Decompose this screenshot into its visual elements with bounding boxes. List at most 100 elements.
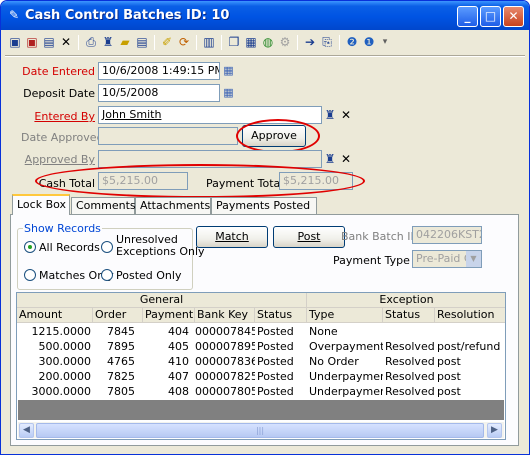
horizontal-scrollbar[interactable]: ◀ ||| ▶ bbox=[18, 421, 504, 438]
delete-icon[interactable]: ✕ bbox=[58, 34, 74, 50]
cell-exception-status[interactable]: Resolved bbox=[383, 369, 435, 384]
cell-bank-key[interactable]: 000007895 bbox=[193, 339, 255, 354]
radio-label-line2: Exceptions Only bbox=[116, 245, 205, 258]
cell-bank-key[interactable]: 000007836 bbox=[193, 354, 255, 369]
tab-payments-posted[interactable]: Payments Posted bbox=[211, 197, 317, 214]
info-icon[interactable]: ❶ bbox=[361, 34, 377, 50]
cell-resolution[interactable]: post bbox=[435, 369, 505, 384]
cell-amount[interactable]: 300.0000 bbox=[17, 354, 93, 369]
cell-exception-status[interactable]: Resolved bbox=[383, 384, 435, 399]
cell-exception-status[interactable] bbox=[383, 324, 435, 339]
cell-bank-key[interactable]: 000007825 bbox=[193, 369, 255, 384]
cell-bank-key[interactable]: 000007805 bbox=[193, 384, 255, 399]
attach-icon[interactable]: ⎘ bbox=[319, 34, 335, 50]
close-button[interactable]: ✕ bbox=[503, 6, 524, 27]
paste-icon[interactable]: ▦ bbox=[243, 34, 259, 50]
cell-exception-status[interactable]: Resolved bbox=[383, 339, 435, 354]
cell-payment[interactable]: 404 bbox=[143, 324, 191, 339]
entered-by-label[interactable]: Entered By bbox=[21, 110, 95, 123]
column-header-bank-key[interactable]: Bank Key bbox=[195, 308, 255, 323]
cell-payment[interactable]: 408 bbox=[143, 384, 191, 399]
cell-type[interactable]: Underpayment bbox=[307, 384, 383, 399]
cell-status[interactable]: Posted bbox=[255, 384, 307, 399]
open-folder-icon[interactable]: ▰ bbox=[117, 34, 133, 50]
column-header-amount[interactable]: Amount bbox=[17, 308, 93, 323]
tab-comments[interactable]: Comments bbox=[71, 197, 136, 214]
web-icon[interactable]: ◍ bbox=[260, 34, 276, 50]
cell-order[interactable]: 4765 bbox=[93, 354, 137, 369]
title-bar[interactable]: ✎ Cash Control Batches ID: 10 _ □ ✕ bbox=[1, 1, 529, 30]
cell-type[interactable]: Overpayment bbox=[307, 339, 383, 354]
cell-type[interactable]: None bbox=[307, 324, 383, 339]
binoculars-icon[interactable]: ♜ bbox=[323, 108, 337, 122]
cell-order[interactable]: 7895 bbox=[93, 339, 137, 354]
approved-by-label[interactable]: Approved By bbox=[21, 153, 95, 166]
cell-resolution[interactable]: post bbox=[435, 384, 505, 399]
cell-amount[interactable]: 1215.0000 bbox=[17, 324, 93, 339]
toolbar-divider bbox=[5, 55, 525, 57]
radio-posted-only[interactable]: Posted Only bbox=[101, 269, 181, 282]
clear-icon[interactable]: ✕ bbox=[339, 108, 353, 122]
cell-order[interactable]: 7805 bbox=[93, 384, 137, 399]
find-icon[interactable]: ♜ bbox=[100, 34, 116, 50]
radio-all-records[interactable]: All Records bbox=[24, 241, 100, 254]
layout-icon[interactable]: ▥ bbox=[201, 34, 217, 50]
cell-amount[interactable]: 500.0000 bbox=[17, 339, 93, 354]
cell-payment[interactable]: 410 bbox=[143, 354, 191, 369]
workflow-icon[interactable]: ⚙ bbox=[277, 34, 293, 50]
new-icon[interactable]: ➔ bbox=[302, 34, 318, 50]
save-copy-icon[interactable]: ▤ bbox=[41, 34, 57, 50]
cell-status[interactable]: Posted bbox=[255, 369, 307, 384]
cell-amount[interactable]: 3000.0000 bbox=[17, 384, 93, 399]
maximize-button[interactable]: □ bbox=[480, 6, 501, 27]
cell-bank-key[interactable]: 000007845 bbox=[193, 324, 255, 339]
cell-type[interactable]: Underpayment bbox=[307, 369, 383, 384]
match-button-label: Match bbox=[215, 230, 249, 243]
date-entered-field[interactable]: 10/6/2008 1:49:15 PM bbox=[98, 62, 220, 80]
cell-status[interactable]: Posted bbox=[255, 339, 307, 354]
print-icon[interactable]: ⎙ bbox=[83, 34, 99, 50]
cell-order[interactable]: 7845 bbox=[93, 324, 137, 339]
column-header-exception-status[interactable]: Status bbox=[383, 308, 435, 323]
cell-amount[interactable]: 200.0000 bbox=[17, 369, 93, 384]
lock-box-grid[interactable]: General Exception Amount Order Payment B… bbox=[16, 292, 506, 440]
binoculars-icon[interactable]: ♜ bbox=[323, 152, 337, 166]
minimize-button[interactable]: _ bbox=[457, 6, 478, 27]
tab-lock-box[interactable]: Lock Box bbox=[12, 194, 70, 215]
match-button[interactable]: Match bbox=[196, 226, 268, 248]
column-header-status[interactable]: Status bbox=[255, 308, 307, 323]
help-icon[interactable]: ❷ bbox=[344, 34, 360, 50]
cell-resolution[interactable]: post/refund bbox=[435, 339, 505, 354]
tab-attachments[interactable]: Attachments bbox=[135, 197, 211, 214]
cell-resolution[interactable] bbox=[435, 324, 505, 339]
more-icon[interactable]: ▾ bbox=[377, 34, 393, 50]
cash-control-window: ✎ Cash Control Batches ID: 10 _ □ ✕ ▣ ▣ … bbox=[0, 0, 530, 455]
notes-icon[interactable]: ▤ bbox=[134, 34, 150, 50]
cell-status[interactable]: Posted bbox=[255, 324, 307, 339]
copy-icon[interactable]: ❐ bbox=[226, 34, 242, 50]
column-header-resolution[interactable]: Resolution bbox=[435, 308, 505, 323]
column-header-order[interactable]: Order bbox=[93, 308, 143, 323]
toolbar-separator bbox=[297, 35, 298, 50]
cell-exception-status[interactable]: Resolved bbox=[383, 354, 435, 369]
calendar-icon[interactable]: ▦ bbox=[221, 63, 236, 79]
column-header-payment[interactable]: Payment bbox=[143, 308, 195, 323]
save-new-icon[interactable]: ▣ bbox=[24, 34, 40, 50]
cell-status[interactable]: Posted bbox=[255, 354, 307, 369]
post-button[interactable]: Post bbox=[273, 226, 345, 248]
calendar-icon[interactable]: ▦ bbox=[221, 85, 236, 101]
cell-type[interactable]: No Order bbox=[307, 354, 383, 369]
scroll-right-icon[interactable]: ▶ bbox=[487, 423, 502, 438]
save-icon[interactable]: ▣ bbox=[7, 34, 23, 50]
scroll-thumb[interactable]: ||| bbox=[36, 423, 484, 438]
column-header-type[interactable]: Type bbox=[307, 308, 383, 323]
cell-resolution[interactable]: post bbox=[435, 354, 505, 369]
deposit-date-field[interactable]: 10/5/2008 bbox=[98, 84, 220, 102]
cell-payment[interactable]: 405 bbox=[143, 339, 191, 354]
cell-payment[interactable]: 407 bbox=[143, 369, 191, 384]
clear-icon[interactable]: ✕ bbox=[339, 152, 353, 166]
cell-order[interactable]: 7825 bbox=[93, 369, 137, 384]
refresh-icon[interactable]: ⟳ bbox=[176, 34, 192, 50]
edit-icon[interactable]: ✐ bbox=[159, 34, 175, 50]
scroll-left-icon[interactable]: ◀ bbox=[19, 423, 34, 438]
